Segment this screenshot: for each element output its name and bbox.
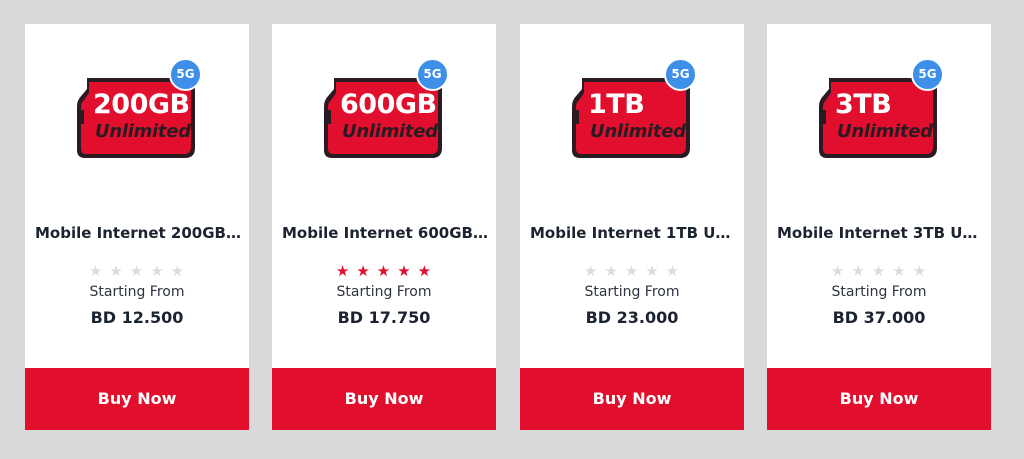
starting-from-label: Starting From (584, 284, 680, 300)
5g-badge-icon: 5G (664, 58, 697, 91)
star-icon: ★ (665, 262, 687, 280)
5g-badge-icon: 5G (911, 58, 944, 91)
sim-size-label: 200GB (93, 89, 190, 120)
sim-unlimited-label: Unlimited (95, 121, 191, 142)
buy-now-button[interactable]: Buy Now (25, 368, 249, 430)
sim-unlimited-label: Unlimited (342, 121, 438, 142)
price-value: BD 17.750 (337, 308, 431, 327)
sim-card-image: 3TB Unlimited 5G (815, 58, 945, 164)
sim-card-image: 200GB Unlimited 5G (73, 58, 203, 164)
sim-card-image: 600GB Unlimited 5G (320, 58, 450, 164)
star-icon: ★ (109, 262, 130, 280)
sim-size-label: 3TB (835, 89, 892, 120)
rating-stars: ★★★★★ (767, 262, 991, 280)
star-icon: ★ (376, 262, 398, 280)
product-title[interactable]: Mobile Internet 200GB … (35, 224, 241, 242)
product-card[interactable]: 1TB Unlimited 5G Mobile Internet 1TB Unl… (520, 24, 744, 430)
starting-from-label: Starting From (336, 284, 432, 300)
rating-stars: ★★★★★ (272, 262, 496, 280)
product-title[interactable]: Mobile Internet 3TB Un… (777, 224, 983, 242)
star-icon: ★ (912, 262, 934, 280)
price-value: BD 12.500 (90, 308, 184, 327)
star-icon: ★ (170, 262, 192, 280)
star-icon: ★ (335, 262, 357, 280)
starting-from-label: Starting From (89, 284, 185, 300)
rating-stars: ★★★★★ (520, 262, 744, 280)
star-icon: ★ (129, 262, 151, 280)
star-icon: ★ (830, 262, 852, 280)
sim-unlimited-label: Unlimited (590, 121, 686, 142)
sim-size-label: 600GB (340, 89, 437, 120)
buy-now-button[interactable]: Buy Now (767, 368, 991, 430)
sim-unlimited-label: Unlimited (837, 121, 933, 142)
star-icon: ★ (583, 262, 605, 280)
star-icon: ★ (871, 262, 893, 280)
product-card[interactable]: 200GB Unlimited 5G Mobile Internet 200GB… (25, 24, 249, 430)
rating-stars: ★★★★★ (25, 262, 249, 280)
star-icon: ★ (624, 262, 646, 280)
star-icon: ★ (150, 262, 171, 280)
product-title[interactable]: Mobile Internet 1TB Unl… (530, 224, 736, 242)
5g-badge-icon: 5G (169, 58, 202, 91)
star-icon: ★ (417, 262, 439, 280)
product-title[interactable]: Mobile Internet 600GB … (282, 224, 488, 242)
sim-card-image: 1TB Unlimited 5G (568, 58, 698, 164)
star-icon: ★ (851, 262, 872, 280)
price-value: BD 23.000 (585, 308, 679, 327)
buy-now-button[interactable]: Buy Now (272, 368, 496, 430)
product-card[interactable]: 3TB Unlimited 5G Mobile Internet 3TB Un…… (767, 24, 991, 430)
star-icon: ★ (892, 262, 913, 280)
sim-size-label: 1TB (588, 89, 645, 120)
star-icon: ★ (645, 262, 666, 280)
starting-from-label: Starting From (831, 284, 927, 300)
product-card[interactable]: 600GB Unlimited 5G Mobile Internet 600GB… (272, 24, 496, 430)
price-value: BD 37.000 (832, 308, 926, 327)
buy-now-button[interactable]: Buy Now (520, 368, 744, 430)
star-icon: ★ (604, 262, 625, 280)
5g-badge-icon: 5G (416, 58, 449, 91)
star-icon: ★ (397, 262, 418, 280)
star-icon: ★ (88, 262, 110, 280)
star-icon: ★ (356, 262, 377, 280)
